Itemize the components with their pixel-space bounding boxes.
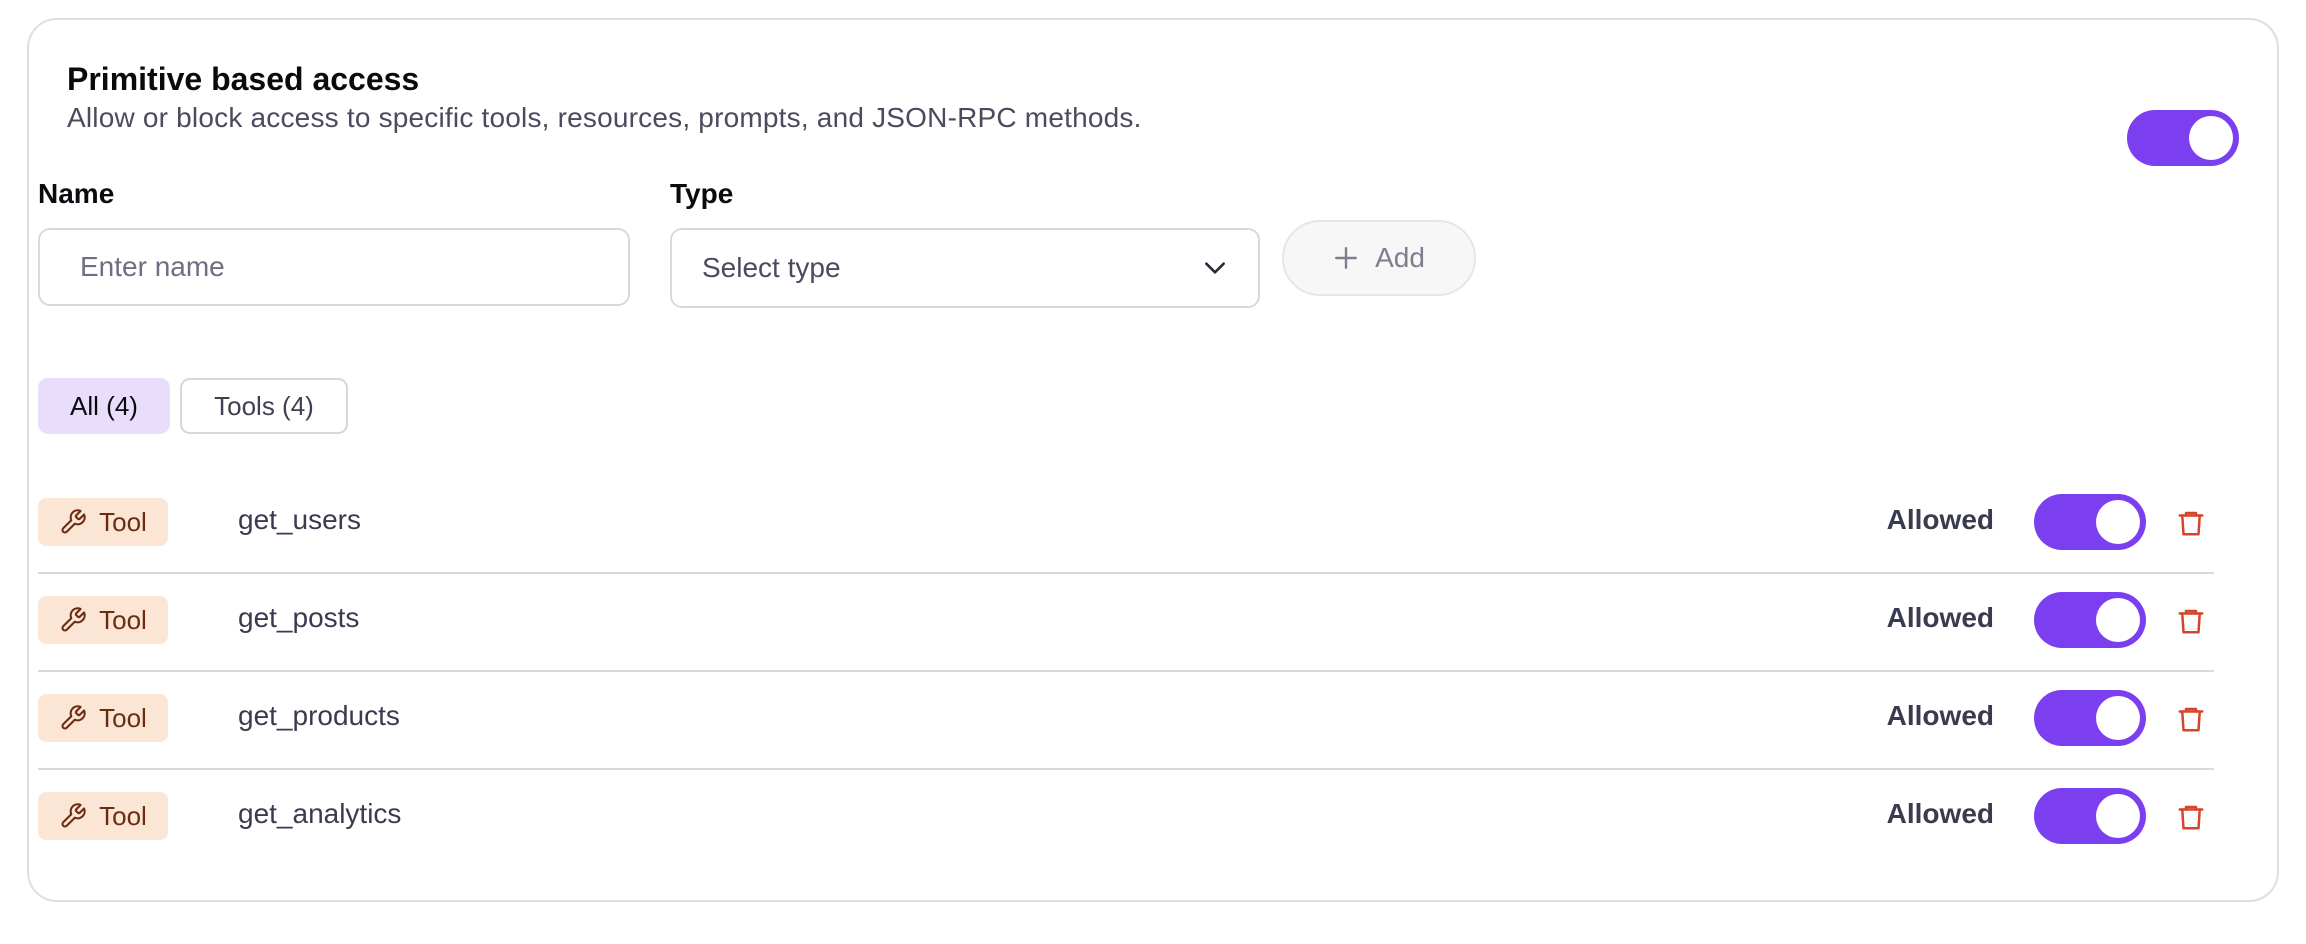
type-badge: Tool [38, 694, 168, 742]
type-badge-label: Tool [99, 702, 147, 733]
type-badge: Tool [38, 792, 168, 840]
list-item: Tool get_posts Allowed [38, 574, 2214, 672]
name-label: Name [38, 178, 115, 209]
status-label: Allowed [1886, 798, 1994, 829]
type-badge-label: Tool [99, 800, 147, 831]
add-button[interactable]: Add [1282, 220, 1476, 296]
type-select-value: Select type [702, 252, 841, 283]
add-primitive-form: Name Type Select type Add [38, 178, 1638, 308]
list-item: Tool get_products Allowed [38, 672, 2214, 770]
wrench-icon [61, 705, 86, 730]
wrench-icon [61, 509, 86, 534]
filter-chip-tools[interactable]: Tools (4) [180, 378, 348, 434]
trash-icon[interactable] [2176, 702, 2206, 736]
plus-icon [1335, 247, 1358, 269]
status-label: Allowed [1886, 602, 1994, 633]
type-badge: Tool [38, 596, 168, 644]
primitive-access-toggle[interactable] [2127, 110, 2239, 166]
toggle-knob [2096, 598, 2140, 642]
filter-chip-all[interactable]: All (4) [38, 378, 170, 434]
type-badge-label: Tool [99, 604, 147, 635]
card-subtitle: Allow or block access to specific tools,… [67, 102, 1142, 133]
wrench-icon [61, 803, 86, 828]
type-badge: Tool [38, 498, 168, 546]
list-item: Tool get_users Allowed [38, 476, 2214, 574]
primitive-name: get_products [238, 700, 400, 731]
toggle-knob [2096, 696, 2140, 740]
toggle-knob [2096, 500, 2140, 544]
trash-icon[interactable] [2176, 506, 2206, 540]
status-label: Allowed [1886, 700, 1994, 731]
primitive-name: get_posts [238, 602, 360, 633]
primitive-name: get_users [238, 504, 361, 535]
list-item: Tool get_analytics Allowed [38, 770, 2214, 868]
toggle-knob [2189, 116, 2233, 160]
type-label: Type [670, 178, 734, 209]
type-select[interactable]: Select type [670, 228, 1260, 308]
row-toggle[interactable] [2034, 592, 2146, 648]
row-toggle[interactable] [2034, 788, 2146, 844]
wrench-icon [61, 607, 86, 632]
trash-icon[interactable] [2176, 604, 2206, 638]
status-label: Allowed [1886, 504, 1994, 535]
page: Primitive based access Allow or block ac… [0, 0, 2306, 944]
type-badge-label: Tool [99, 506, 147, 537]
name-input[interactable] [38, 228, 630, 306]
chevron-down-icon [1205, 262, 1225, 274]
row-toggle[interactable] [2034, 690, 2146, 746]
add-button-label: Add [1375, 242, 1425, 273]
card-title: Primitive based access [67, 61, 420, 97]
filter-chips: All (4) Tools (4) [38, 378, 348, 434]
toggle-knob [2096, 794, 2140, 838]
row-toggle[interactable] [2034, 494, 2146, 550]
trash-icon[interactable] [2176, 800, 2206, 834]
primitive-list: Tool get_users Allowed Tool get_posts Al… [38, 476, 2214, 868]
primitive-name: get_analytics [238, 798, 402, 829]
